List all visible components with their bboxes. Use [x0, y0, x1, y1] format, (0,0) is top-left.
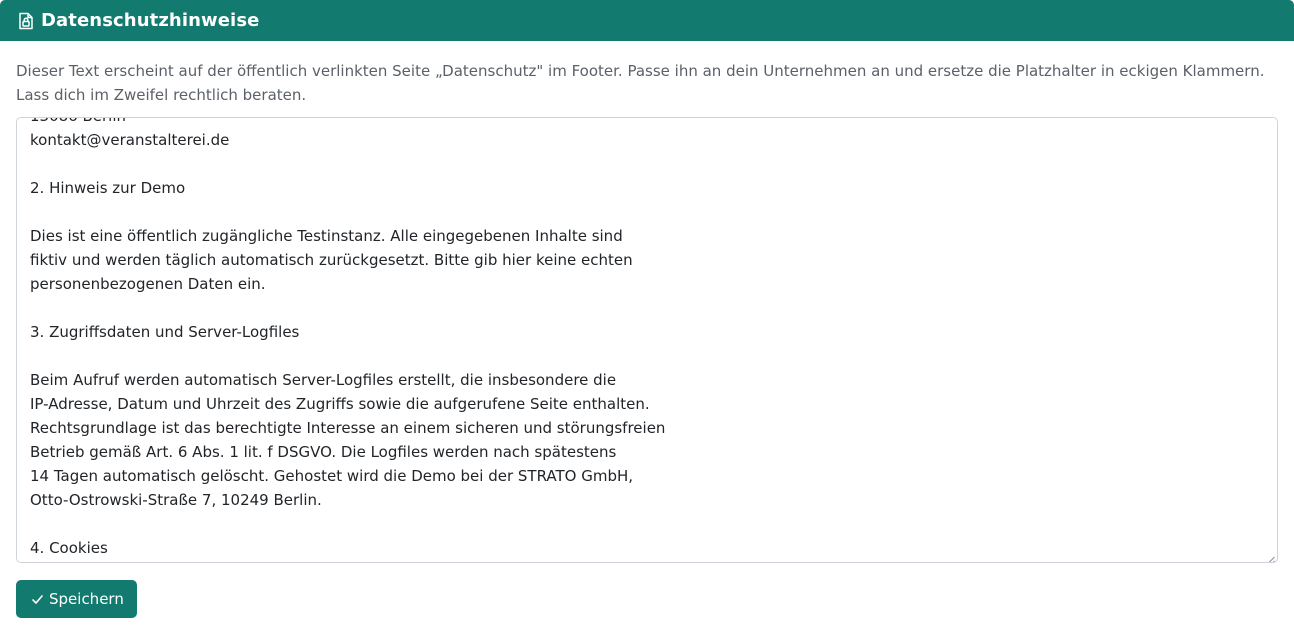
textarea-content[interactable]: 13086 Berlin kontakt@veranstalterei.de 2. … [30, 118, 1265, 560]
textarea-line: Rechtsgrundlage ist das berechtigte Inte… [30, 419, 666, 437]
textarea-line [30, 200, 1265, 224]
privacy-hint-text: Dieser Text erscheint auf der öffentlich… [16, 62, 1265, 104]
textarea-line: kontakt@veranstalterei.de [30, 131, 230, 149]
textarea-line: Beim Aufruf werden automatisch Server-Lo… [30, 371, 617, 389]
textarea-line: IP-Adresse, Datum und Uhrzeit des Zugrif… [30, 395, 650, 413]
textarea-line: Betrieb gemäß Art. 6 Abs. 1 lit. f DSGVO… [30, 443, 617, 461]
card-body: Dieser Text erscheint auf der öffentlich… [0, 41, 1294, 618]
textarea-viewport[interactable]: 13086 Berlin kontakt@veranstalterei.de 2. … [17, 118, 1277, 562]
save-button-label: Speichern [49, 590, 124, 608]
textarea-line: 4. Cookies [30, 539, 108, 557]
textarea-line: 14 Tagen automatisch gelöscht. Gehostet … [30, 467, 634, 485]
textarea-line [30, 296, 1265, 320]
textarea-line: fiktiv und werden täglich automatisch zu… [30, 251, 633, 269]
privacy-card: Datenschutzhinweise Dieser Text erschein… [0, 0, 1294, 618]
card-title: Datenschutzhinweise [41, 9, 260, 31]
check-icon [31, 593, 44, 606]
textarea-line: Dies ist eine öffentlich zugängliche Tes… [30, 227, 623, 245]
textarea-line: 13086 Berlin [30, 118, 1265, 128]
textarea-line [30, 344, 1265, 368]
textarea-line: Otto-Ostrowski-Straße 7, 10249 Berlin. [30, 491, 322, 509]
resize-handle-icon[interactable] [1265, 550, 1275, 562]
file-lock-icon [17, 11, 35, 31]
textarea-line: 3. Zugriffsdaten und Server-Logfiles [30, 323, 300, 341]
privacy-text-textarea[interactable]: 13086 Berlin kontakt@veranstalterei.de 2. … [16, 117, 1278, 563]
textarea-line [30, 512, 1265, 536]
save-button[interactable]: Speichern [16, 580, 137, 618]
card-header: Datenschutzhinweise [0, 0, 1294, 41]
textarea-line: personenbezogenen Daten ein. [30, 275, 266, 293]
textarea-line [30, 152, 1265, 176]
textarea-line: 2. Hinweis zur Demo [30, 179, 186, 197]
